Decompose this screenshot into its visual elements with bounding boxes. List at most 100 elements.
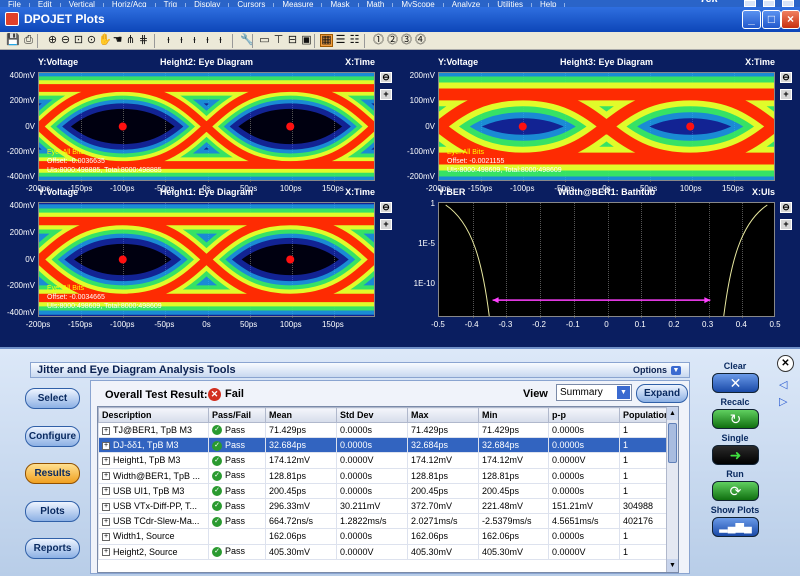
marker-3-icon[interactable]: ᵻ [188, 34, 201, 47]
chevron-down-icon[interactable]: ▼ [617, 386, 630, 399]
plot-4-icon[interactable]: ⓸ [414, 34, 427, 47]
layout-4-icon[interactable]: ▣ [300, 34, 313, 47]
cursor-a-icon[interactable]: ⋔ [124, 34, 137, 47]
table-row[interactable]: + TJ@BER1, TpB M3 ✓ Pass 71.429ps 0.0000s 71.4… [98, 421, 678, 439]
zoom-out-icon[interactable]: ⊖ [780, 72, 792, 83]
plot-1-icon[interactable]: ⓵ [372, 34, 385, 47]
marker-1-icon[interactable]: ᵻ [162, 34, 175, 47]
expand-row-icon[interactable]: + [102, 548, 110, 557]
plot-canvas-p2[interactable]: Eye: All Bits Offset: -0.0021155 UIs:8000:… [438, 72, 775, 182]
plot-canvas-p1[interactable]: Eye: All Bits Offset: -0.0036635 UIs:8000:… [38, 72, 375, 182]
expand-right-icon[interactable]: ▷ [779, 395, 787, 408]
plot-x-label: X:Time [345, 57, 375, 67]
add-icon[interactable]: + [780, 89, 792, 100]
expand-row-icon[interactable]: + [102, 441, 110, 450]
add-icon[interactable]: + [380, 219, 392, 230]
column-header[interactable]: p-p [548, 407, 620, 423]
plot-info-line: UIs:8000:498885, Total:8000:498885 [47, 167, 162, 174]
marker-2-icon[interactable]: ᵻ [175, 34, 188, 47]
table-row[interactable]: + Height1, TpB M3 ✓ Pass 174.12mV 0.0000V 174.… [98, 452, 678, 469]
print-icon[interactable]: ⎙ [22, 34, 35, 47]
add-icon[interactable]: + [380, 89, 392, 100]
expand-row-icon[interactable]: + [102, 457, 110, 466]
grid-rows-icon[interactable]: ☰ [334, 34, 347, 47]
table-row[interactable]: + USB VTx-Diff-PP, T... ✓ Pass 296.33mV 30.21… [98, 497, 678, 515]
expand-row-icon[interactable]: + [102, 487, 110, 496]
panel-close-button[interactable]: ✕ [777, 355, 794, 372]
recalc-button[interactable]: ↻ [712, 409, 759, 429]
column-header[interactable]: Mean [265, 407, 337, 423]
expand-row-icon[interactable]: + [102, 472, 110, 481]
nav-results-button[interactable]: Results [25, 463, 80, 484]
table-row[interactable]: + Width@BER1, TpB ... ✓ Pass 128.81ps 0.0000s… [98, 467, 678, 484]
column-header[interactable]: Std Dev [336, 407, 408, 423]
layout-2-icon[interactable]: ⊤ [272, 34, 285, 47]
zoom-out-icon[interactable]: ⊖ [380, 72, 392, 83]
table-cell: 162.06ps [478, 528, 549, 545]
save-icon[interactable]: 💾 [6, 34, 20, 47]
pass-icon: ✓ [212, 455, 222, 466]
table-scrollbar[interactable]: ▲ ▼ [666, 407, 678, 572]
show-plots-button[interactable]: ▂▄▆▄ [712, 517, 759, 537]
menubar-close-icon[interactable] [782, 0, 794, 7]
zoom-out-icon[interactable]: ⊖ [59, 34, 72, 47]
collapse-left-icon[interactable]: ◁ [779, 378, 787, 391]
view-select[interactable]: Summary ▼ [556, 384, 632, 401]
nav-reports-button[interactable]: Reports [25, 538, 80, 559]
layout-1-icon[interactable]: ▭ [258, 34, 271, 47]
column-header[interactable]: Max [407, 407, 479, 423]
nav-configure-button[interactable]: Configure [25, 425, 80, 447]
column-header[interactable]: Description [98, 407, 209, 423]
table-row[interactable]: + Height2, Source ✓ Pass 405.30mV 0.0000V 405.… [98, 543, 678, 560]
table-row[interactable]: + USB TCdr-Slew-Ma... ✓ Pass 664.72ns/s 1.282… [98, 513, 678, 530]
column-header[interactable]: Pass/Fail [208, 407, 266, 423]
close-button[interactable]: × [781, 10, 800, 29]
clear-button[interactable]: ✕ [712, 373, 759, 393]
expand-button[interactable]: Expand [636, 384, 688, 403]
grab-icon[interactable]: ✋ [98, 34, 112, 47]
table-row[interactable]: + DJ-δδ1, TpB M3 ✓ Pass 32.684ps 0.0000s 32.68… [98, 437, 678, 454]
options-dropdown-icon[interactable]: ▼ [671, 366, 681, 375]
scroll-up-icon[interactable]: ▲ [667, 407, 678, 420]
hand-icon[interactable]: ☚ [111, 34, 124, 47]
marker-4-icon[interactable]: ᵻ [201, 34, 214, 47]
plot-2-icon[interactable]: ⓶ [386, 34, 399, 47]
run-button[interactable]: ⟳ [712, 481, 759, 501]
y-tick-label: -200mV [6, 281, 35, 291]
zoom-fit-icon[interactable]: ⊡ [72, 34, 85, 47]
plot-canvas-p3[interactable]: Eye: All Bits Offset: -0.0034665 UIs:8000:… [38, 202, 375, 318]
grid-list-icon[interactable]: ☷ [348, 34, 361, 47]
scroll-down-icon[interactable]: ▼ [667, 559, 678, 572]
menubar-minimize-icon[interactable] [744, 0, 756, 7]
expand-row-icon[interactable]: + [102, 533, 110, 542]
layout-3-icon[interactable]: ⊟ [286, 34, 299, 47]
cell-value: 32.684ps [482, 440, 520, 451]
plot-canvas-p4[interactable] [438, 202, 775, 318]
add-icon[interactable]: + [780, 219, 792, 230]
zoom-in-icon[interactable]: ⊕ [46, 34, 59, 47]
maximize-button[interactable]: □ [762, 10, 781, 29]
plot-3-icon[interactable]: ⓷ [400, 34, 413, 47]
table-row[interactable]: + USB UI1, TpB M3 ✓ Pass 200.45ps 0.0000s 200.… [98, 482, 678, 499]
grid-2x2-icon[interactable]: ▦ [320, 34, 333, 47]
cursor-b-icon[interactable]: ⋕ [137, 34, 150, 47]
pan-icon[interactable]: ⊙ [85, 34, 98, 47]
zoom-out-icon[interactable]: ⊖ [380, 202, 392, 213]
column-header[interactable]: Min [478, 407, 549, 423]
scroll-thumb[interactable] [668, 423, 677, 463]
single-button[interactable]: ➜ [712, 445, 759, 465]
options-menu[interactable]: Options [633, 365, 667, 375]
expand-row-icon[interactable]: + [102, 517, 110, 526]
nav-plots-button[interactable]: Plots [25, 500, 80, 522]
cell-value: 0.0000s [552, 440, 585, 451]
crossing-point [286, 255, 295, 264]
marker-5-icon[interactable]: ᵻ [214, 34, 227, 47]
zoom-out-icon[interactable]: ⊖ [780, 202, 792, 213]
table-row[interactable]: + Width1, Source 162.06ps 0.0000s 162.06ps 16… [98, 528, 678, 545]
expand-row-icon[interactable]: + [102, 426, 110, 435]
nav-select-button[interactable]: Select [25, 388, 80, 409]
menubar-maximize-icon[interactable] [763, 0, 775, 7]
cell-value: 0.0000s [340, 440, 373, 451]
expand-row-icon[interactable]: + [102, 502, 110, 511]
minimize-button[interactable]: _ [742, 10, 761, 29]
